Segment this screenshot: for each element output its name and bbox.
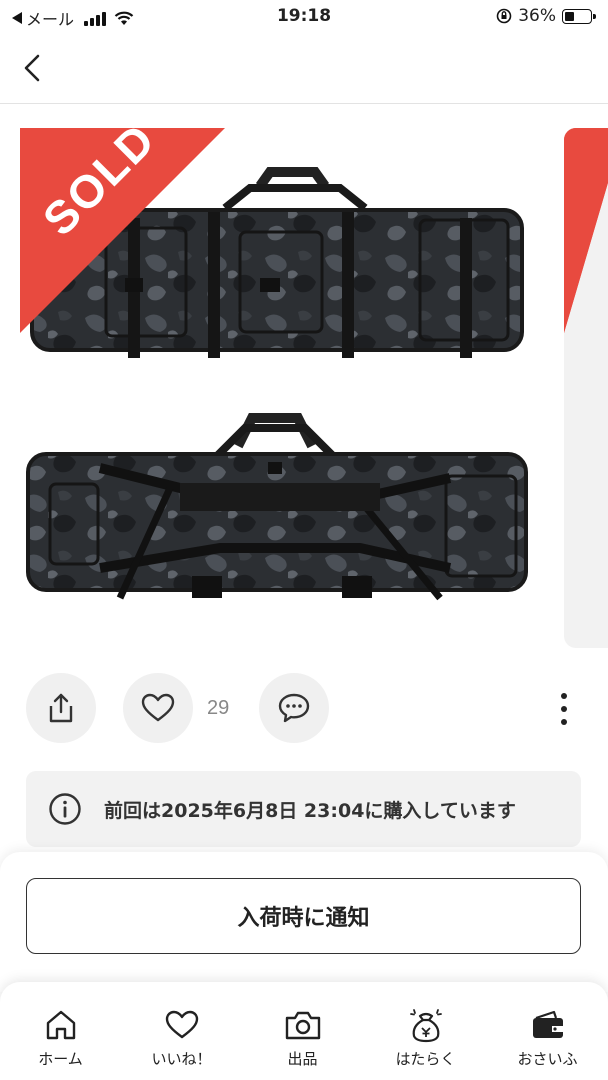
comment-icon <box>278 693 310 723</box>
heart-icon <box>141 693 175 722</box>
like-count: 29 <box>207 697 230 719</box>
home-icon <box>46 1010 75 1040</box>
bottom-action-sheet: 入荷時に通知 <box>0 852 608 992</box>
more-dot-icon <box>561 693 567 699</box>
share-button[interactable] <box>26 673 96 743</box>
tab-work[interactable]: はたらく <box>365 982 486 1080</box>
tab-label: ホーム <box>38 1050 83 1068</box>
tab-label: いいね！ <box>151 1050 212 1068</box>
more-dot-icon <box>561 706 567 712</box>
status-bar: メール 19:18 36% <box>0 0 608 34</box>
tab-home[interactable]: ホーム <box>0 982 121 1080</box>
tab-label: おさいふ <box>517 1050 578 1068</box>
orientation-lock-icon <box>496 8 512 24</box>
info-icon <box>49 793 81 825</box>
status-right: 36% <box>496 6 596 26</box>
more-options-button[interactable] <box>552 693 576 725</box>
next-product-image[interactable] <box>564 128 608 648</box>
battery-percent: 36% <box>518 6 556 26</box>
tab-sell[interactable]: 出品 <box>242 982 363 1080</box>
tab-label: はたらく <box>395 1050 456 1068</box>
next-sold-ribbon <box>564 128 608 333</box>
back-icon[interactable] <box>14 46 54 86</box>
purchase-history-notice: 前回は2025年6月8日 23:04に購入しています <box>26 771 581 847</box>
bag-back-view <box>26 413 528 601</box>
tab-likes[interactable]: いいね！ <box>121 982 242 1080</box>
tab-label: 出品 <box>287 1050 318 1068</box>
battery-icon <box>562 8 596 24</box>
notice-text: 前回は2025年6月8日 23:04に購入しています <box>104 799 516 822</box>
image-carousel[interactable]: SOLD <box>20 128 608 648</box>
notify-restock-button[interactable]: 入荷時に通知 <box>26 878 581 954</box>
wallet-icon <box>532 1010 563 1038</box>
heart-icon <box>165 1010 198 1039</box>
share-icon <box>49 693 73 723</box>
more-dot-icon <box>561 719 567 725</box>
like-button[interactable] <box>123 673 193 743</box>
tab-wallet[interactable]: おさいふ <box>487 982 608 1080</box>
camera-icon <box>285 1011 320 1040</box>
money-bag-icon <box>409 1009 442 1043</box>
product-image[interactable]: SOLD <box>20 128 552 648</box>
tab-bar: ホーム いいね！ 出品 はたらく おさいふ <box>0 982 608 1080</box>
nav-bar <box>0 34 608 104</box>
action-row: 29 <box>0 673 608 745</box>
comment-button[interactable] <box>259 673 329 743</box>
